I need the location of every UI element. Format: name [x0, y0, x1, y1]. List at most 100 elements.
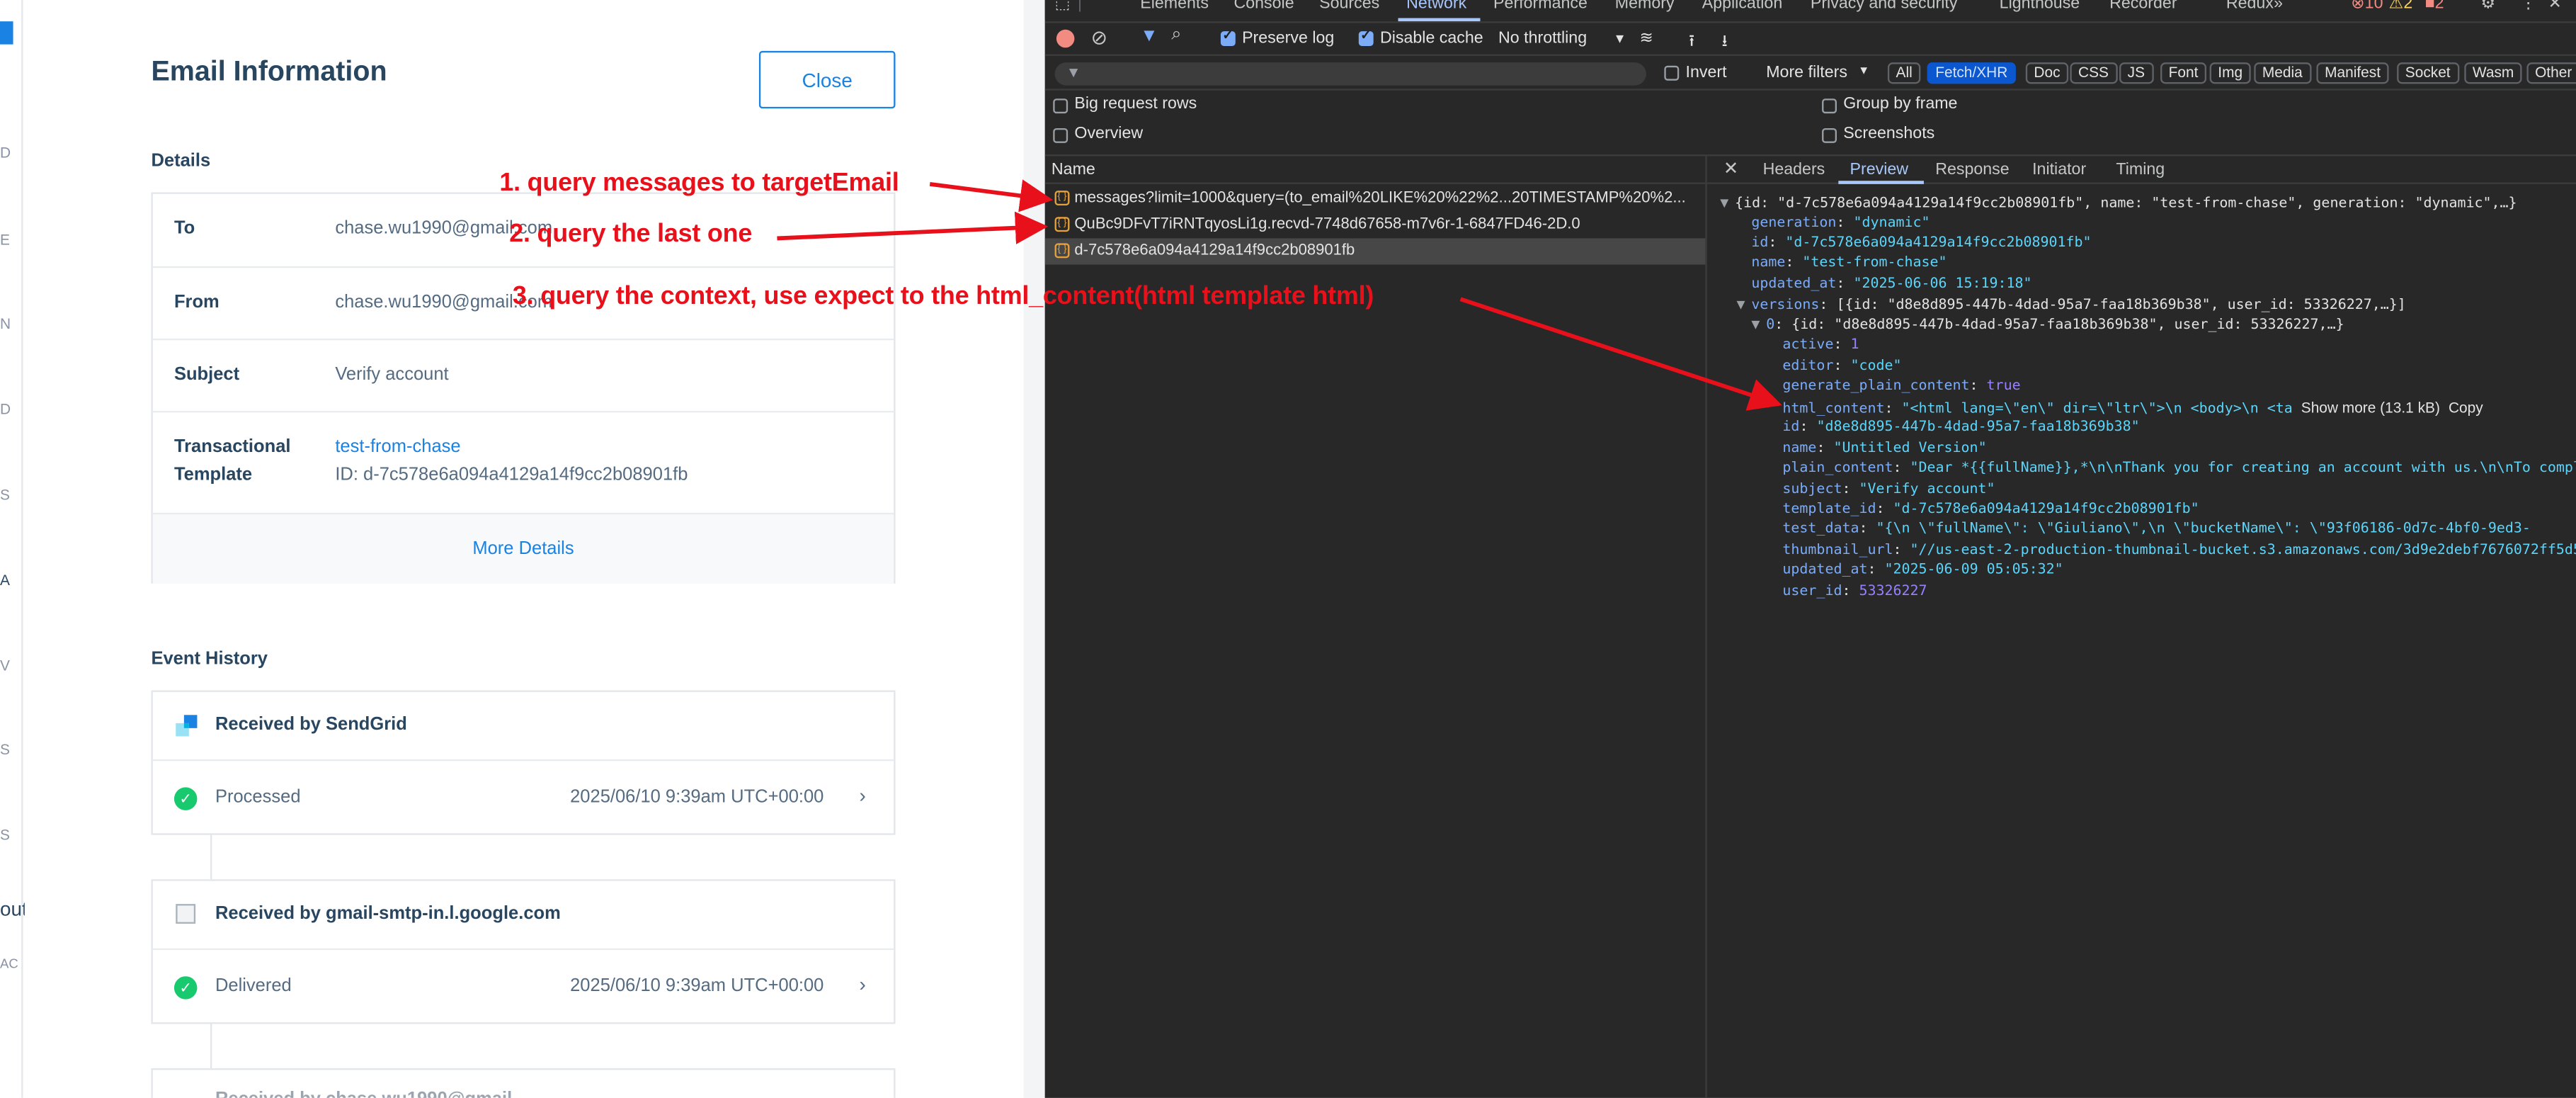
clear-icon[interactable]: ⊘: [1091, 26, 1107, 49]
throttling-select[interactable]: No throttling: [1498, 30, 1587, 48]
settings-gear-icon[interactable]: ⚙: [2481, 0, 2496, 13]
filter-manifest[interactable]: Manifest: [2316, 62, 2389, 84]
issues-count-badge[interactable]: ■2: [2425, 0, 2444, 13]
chevron-right-icon[interactable]: ›: [859, 784, 865, 807]
error-count-badge[interactable]: ⊗10: [2351, 0, 2383, 13]
tab-network[interactable]: Network: [1406, 0, 1466, 13]
nav-item-7[interactable]: S: [0, 741, 23, 757]
kebab-menu-icon[interactable]: ⋮: [2520, 0, 2536, 13]
filter-font[interactable]: Font: [2160, 62, 2207, 84]
tab-console[interactable]: Console: [1233, 0, 1294, 13]
request-row-selected[interactable]: { } d-7c578e6a094a4129a14f9cc2b08901fb: [1044, 238, 1706, 265]
option-big-rows[interactable]: Big request rows: [1045, 91, 1817, 120]
filter-toolbar: ▼ Invert More filters ▼ All Fetch/XHR Do…: [1044, 56, 2576, 91]
filter-fetch-xhr[interactable]: Fetch/XHR: [1927, 62, 2016, 84]
nav-item-5[interactable]: A: [0, 572, 23, 588]
more-tabs-icon[interactable]: »: [2274, 0, 2283, 13]
tab-redux[interactable]: Redux: [2226, 0, 2274, 13]
json-root[interactable]: ▼ {id: "d-7c578e6a094a4129a14f9cc2b08901f…: [1720, 194, 2517, 215]
event-status-row[interactable]: ✓ Processed 2025/06/10 9:39am UTC+00:00 …: [153, 763, 894, 837]
upload-icon[interactable]: ⭱: [1689, 30, 1694, 57]
template-link[interactable]: test-from-chase: [335, 437, 460, 457]
event-card: Received by SendGrid ✓ Processed 2025/06…: [151, 690, 896, 837]
more-filters-caret-icon: ▼: [1858, 65, 1870, 78]
filter-icon: ▼: [1066, 64, 1081, 81]
filter-socket[interactable]: Socket: [2397, 62, 2459, 84]
download-icon[interactable]: ⭳: [1722, 30, 1728, 57]
tab-headers[interactable]: Headers: [1763, 161, 1825, 179]
filter-all[interactable]: All: [1887, 62, 1921, 84]
option-screenshots[interactable]: Screenshots: [1814, 120, 2307, 149]
network-toolbar: ⊘ ▼ ⌕ Preserve log Disable cache No thro…: [1044, 21, 2576, 57]
more-filters-button[interactable]: More filters: [1766, 64, 1847, 82]
tab-application[interactable]: Application: [1702, 0, 1783, 13]
option-overview[interactable]: Overview: [1045, 120, 1817, 149]
tab-recorder[interactable]: Recorder: [2109, 0, 2177, 13]
nav-item-1[interactable]: E: [0, 232, 23, 248]
search-icon[interactable]: ⌕: [1171, 25, 1181, 46]
filter-wasm[interactable]: Wasm: [2464, 62, 2522, 84]
json-line: user_id: 53326227: [1782, 583, 1927, 600]
big-rows-checkbox[interactable]: [1053, 98, 1068, 114]
tab-elements[interactable]: Elements: [1140, 0, 1209, 13]
chevron-right-icon[interactable]: ›: [859, 973, 865, 996]
copy-button[interactable]: Copy: [2449, 400, 2483, 416]
invert-checkbox[interactable]: [1664, 65, 1680, 81]
warning-count-badge[interactable]: ⚠2: [2389, 0, 2413, 13]
nav-item-2[interactable]: N: [0, 315, 23, 332]
filter-css[interactable]: CSS: [2070, 62, 2117, 84]
nav-logout[interactable]: out: [0, 898, 28, 920]
name-column-header[interactable]: Name: [1052, 161, 1095, 179]
more-details-link[interactable]: More Details: [152, 512, 894, 584]
nav-item-8[interactable]: S: [0, 827, 23, 843]
preserve-log-checkbox[interactable]: [1220, 28, 1236, 46]
disable-cache-checkbox[interactable]: [1358, 28, 1374, 46]
preserve-log-label: Preserve log: [1242, 29, 1335, 48]
filter-img[interactable]: Img: [2209, 62, 2251, 84]
json-line: subject: "Verify account": [1782, 481, 1995, 499]
overview-checkbox[interactable]: [1053, 128, 1068, 143]
tab-sources[interactable]: Sources: [1319, 0, 1379, 13]
dropdown-caret-icon[interactable]: ▼: [1613, 31, 1626, 46]
show-more-button[interactable]: Show more (13.1 kB): [2301, 400, 2440, 416]
event-status-row[interactable]: ✓ Delivered 2025/06/10 9:39am UTC+00:00 …: [153, 951, 894, 1025]
tab-initiator[interactable]: Initiator: [2032, 161, 2086, 179]
from-label: From: [173, 292, 220, 312]
nav-item-6[interactable]: V: [0, 657, 23, 674]
nav-item-3[interactable]: D: [0, 401, 23, 417]
json-version-0[interactable]: ▼ 0: {id: "d8e8d895-447b-4dad-95a7-faa18b…: [1751, 315, 2344, 336]
close-button[interactable]: Close: [758, 50, 896, 109]
request-row[interactable]: { } QuBc9DFvT7iRNTqyosLi1g.recvd-7748d67…: [1045, 212, 1706, 238]
filter-media[interactable]: Media: [2254, 62, 2311, 84]
inspect-icon[interactable]: ⬚: [1055, 0, 1071, 13]
annotation-step-1: 1. query messages to targetEmail: [499, 169, 899, 198]
sendgrid-icon: [176, 715, 198, 737]
template-label-line1: Transactional: [173, 437, 291, 458]
close-devtools-icon[interactable]: ✕: [2548, 0, 2562, 13]
xhr-icon: { }: [1054, 243, 1070, 259]
tab-privacy[interactable]: Privacy and security: [1811, 0, 1958, 13]
filter-funnel-icon[interactable]: ▼: [1140, 26, 1158, 46]
filter-js[interactable]: JS: [2119, 62, 2153, 84]
request-row[interactable]: { } messages?limit=1000&query=(to_email%…: [1045, 186, 1706, 212]
close-detail-icon[interactable]: ✕: [1723, 158, 1738, 179]
tab-performance[interactable]: Performance: [1493, 0, 1588, 13]
option-group-by-frame[interactable]: Group by frame: [1814, 91, 2307, 120]
tab-response[interactable]: Response: [1935, 161, 2009, 179]
tab-lighthouse[interactable]: Lighthouse: [2000, 0, 2080, 13]
tab-timing[interactable]: Timing: [2116, 161, 2165, 179]
tab-memory[interactable]: Memory: [1615, 0, 1675, 13]
nav-account[interactable]: AC: [0, 956, 23, 971]
nav-item-4[interactable]: S: [0, 487, 23, 503]
filter-input[interactable]: ▼: [1054, 62, 1646, 86]
record-stop-icon[interactable]: [1056, 29, 1075, 48]
network-conditions-icon[interactable]: ≋: [1640, 30, 1653, 48]
event-source: Received by gmail-smtp-in.l.google.com: [215, 904, 561, 924]
nav-item-0[interactable]: D: [0, 145, 23, 161]
screenshots-checkbox[interactable]: [1822, 128, 1837, 143]
tab-preview[interactable]: Preview: [1850, 161, 1909, 179]
filter-other[interactable]: Other: [2526, 62, 2576, 84]
filter-doc[interactable]: Doc: [2025, 62, 2069, 84]
group-by-frame-checkbox[interactable]: [1822, 98, 1837, 114]
json-versions[interactable]: ▼ versions: [{id: "d8e8d895-447b-4dad-95a…: [1736, 296, 2405, 317]
